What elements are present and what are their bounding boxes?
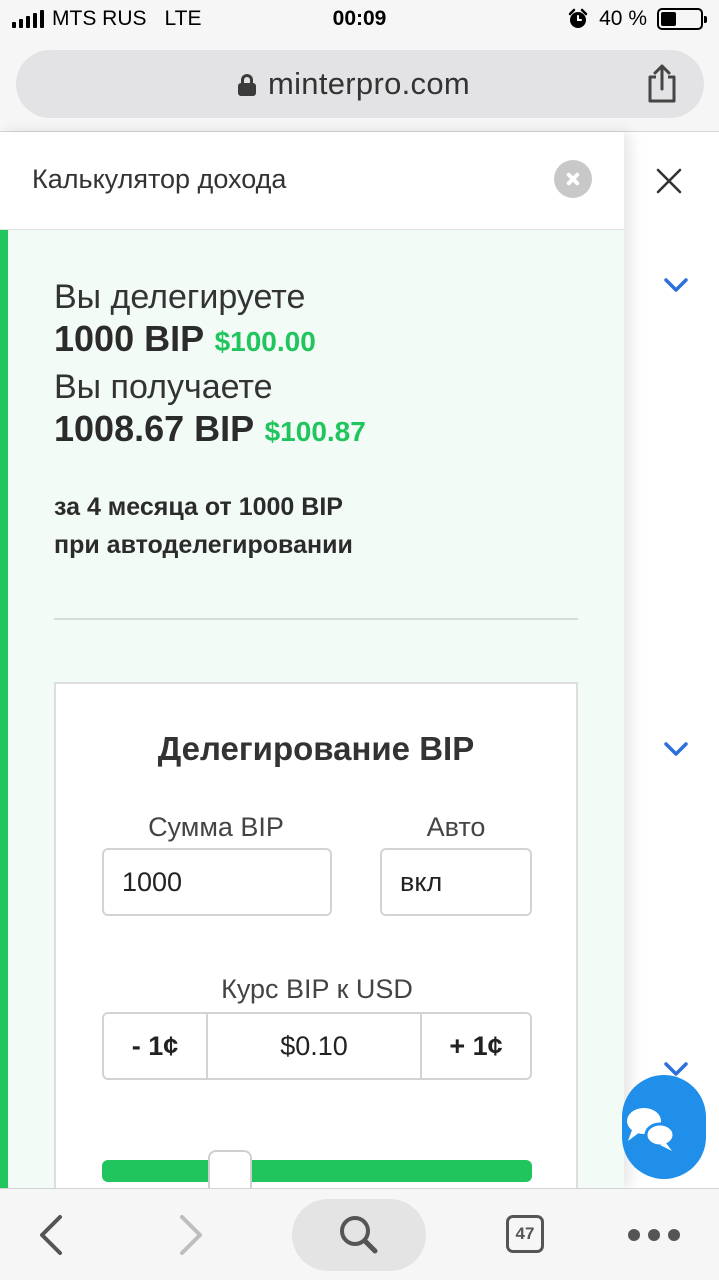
url-text[interactable]: minterpro.com bbox=[268, 66, 470, 102]
rate-stepper: - 1¢ $0.10 + 1¢ bbox=[102, 1012, 532, 1080]
amount-label: Сумма BIP bbox=[148, 812, 284, 842]
delegate-usd: $100.00 bbox=[214, 326, 316, 357]
forward-icon[interactable] bbox=[176, 1213, 206, 1257]
more-icon[interactable] bbox=[628, 1229, 680, 1241]
search-icon bbox=[340, 1216, 378, 1254]
alarm-icon bbox=[568, 8, 588, 28]
auto-select[interactable]: вкл bbox=[380, 848, 532, 916]
modal-title: Калькулятор дохода bbox=[32, 164, 287, 194]
search-button[interactable] bbox=[292, 1199, 426, 1271]
lock-icon bbox=[238, 74, 256, 96]
receive-amount: 1008.67 BIP bbox=[54, 408, 255, 449]
amount-input[interactable]: 1000 bbox=[102, 848, 332, 916]
auto-label: Авто bbox=[426, 812, 486, 842]
receive-summary: 1008.67 BIP $100.87 bbox=[54, 408, 366, 450]
network-type: LTE bbox=[164, 7, 202, 30]
status-right: 40 % bbox=[567, 7, 707, 31]
receive-label: Вы получаете bbox=[54, 368, 273, 406]
browser-address-area: minterpro.com bbox=[0, 40, 719, 132]
browser-toolbar: 47 bbox=[0, 1188, 719, 1280]
delegate-summary: 1000 BIP $100.00 bbox=[54, 318, 316, 360]
period-note: за 4 месяца от 1000 BIP bbox=[54, 493, 343, 521]
rate-label: Курс BIP к USD bbox=[221, 974, 413, 1004]
delegation-card: Делегирование BIP Сумма BIP 1000 Авто вк… bbox=[54, 682, 578, 1188]
rate-value[interactable]: $0.10 bbox=[208, 1014, 420, 1078]
battery-percent: 40 % bbox=[599, 7, 647, 30]
back-icon[interactable] bbox=[36, 1213, 66, 1257]
address-bar[interactable]: minterpro.com bbox=[16, 50, 704, 118]
chat-button[interactable] bbox=[622, 1075, 706, 1179]
rate-slider-thumb[interactable] bbox=[208, 1150, 252, 1188]
close-icon[interactable] bbox=[654, 166, 684, 196]
rate-increase-button[interactable]: + 1¢ bbox=[420, 1014, 530, 1078]
chevron-down-icon[interactable] bbox=[662, 276, 690, 294]
share-icon[interactable] bbox=[644, 64, 680, 104]
divider bbox=[54, 618, 578, 620]
rate-slider-track[interactable] bbox=[102, 1160, 532, 1182]
rate-decrease-button[interactable]: - 1¢ bbox=[104, 1014, 208, 1078]
chat-icon bbox=[627, 1108, 676, 1151]
receive-usd: $100.87 bbox=[264, 416, 366, 447]
accent-bar bbox=[0, 230, 8, 1188]
status-left: MTS RUS LTE bbox=[12, 7, 201, 31]
status-bar: MTS RUS LTE 00:09 40 % bbox=[0, 0, 719, 40]
modal-close-button[interactable] bbox=[554, 160, 592, 198]
delegate-amount: 1000 BIP bbox=[54, 318, 205, 359]
battery-fill bbox=[661, 12, 677, 26]
income-calculator-modal: Калькулятор дохода Вы делегируете 1000 B… bbox=[0, 132, 624, 1188]
battery-icon bbox=[657, 8, 707, 30]
tabs-button[interactable]: 47 bbox=[506, 1215, 544, 1253]
card-title: Делегирование BIP bbox=[157, 730, 475, 767]
autodelegation-note: при автоделегировании bbox=[54, 531, 353, 559]
modal-header: Калькулятор дохода bbox=[0, 132, 624, 230]
delegate-label: Вы делегируете bbox=[54, 278, 306, 316]
signal-icon bbox=[12, 10, 44, 28]
chevron-down-icon[interactable] bbox=[662, 740, 690, 758]
carrier-name: MTS RUS bbox=[52, 7, 147, 30]
